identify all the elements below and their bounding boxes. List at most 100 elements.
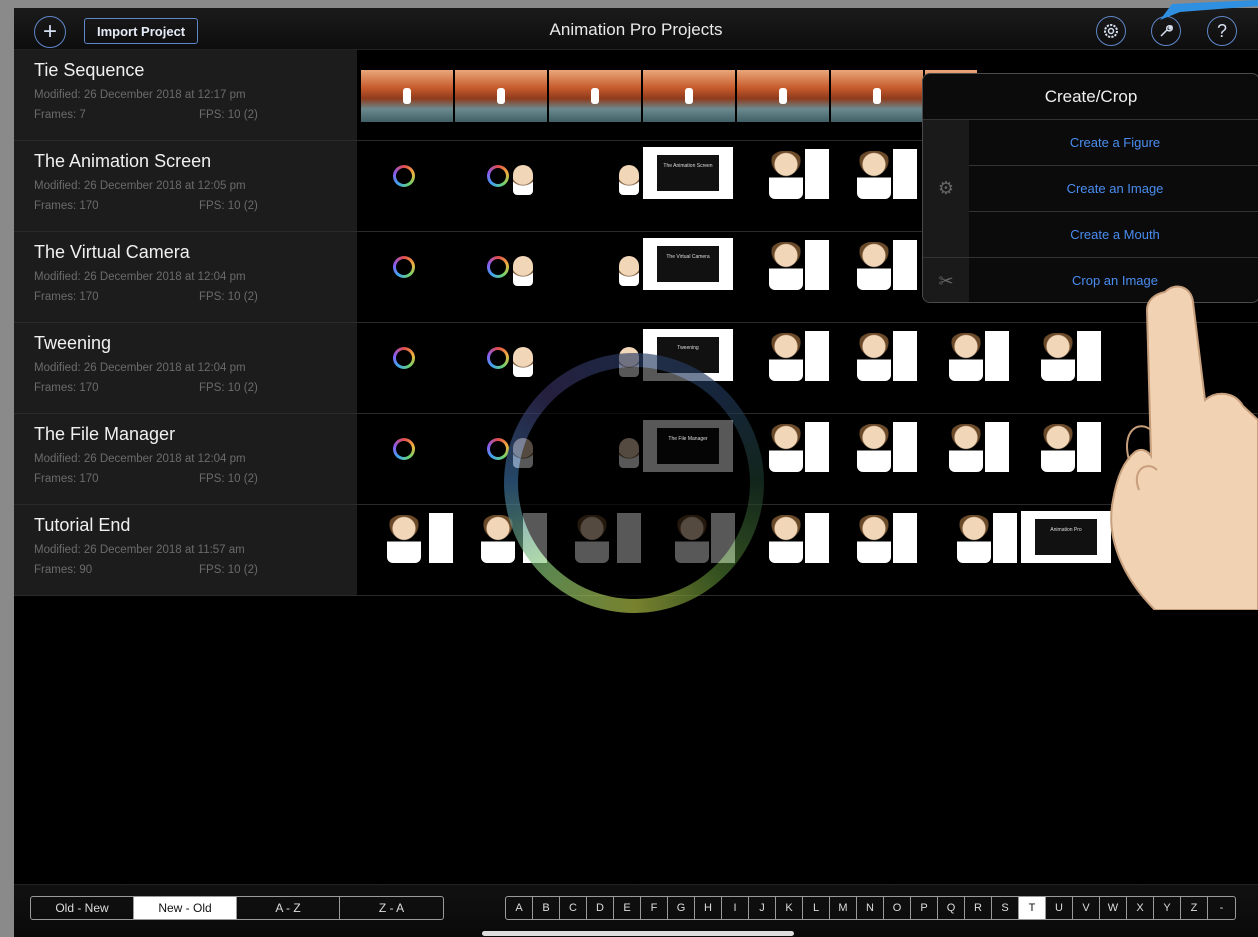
logo-ring-icon <box>393 438 415 460</box>
alphabet-letter[interactable]: G <box>668 897 695 919</box>
project-frames: Frames: 170 <box>34 200 99 212</box>
sort-old-new[interactable]: Old - New <box>31 897 134 919</box>
logo-ring-icon <box>393 165 415 187</box>
project-info[interactable]: Tutorial End Modified: 26 December 2018 … <box>14 505 357 595</box>
project-info[interactable]: Tweening Modified: 26 December 2018 at 1… <box>14 323 357 413</box>
alphabet-letter[interactable]: X <box>1127 897 1154 919</box>
alphabet-letter[interactable]: B <box>533 897 560 919</box>
sort-new-old[interactable]: New - Old <box>134 897 237 919</box>
frame-thumbnail <box>361 70 453 122</box>
popover-title: Create/Crop <box>923 74 1258 120</box>
project-frames: Frames: 7 <box>34 109 86 121</box>
frame-thumbnail <box>805 422 829 472</box>
logo-ring-icon <box>393 347 415 369</box>
character-figure <box>857 151 891 199</box>
logo-ring-icon <box>393 256 415 278</box>
character-figure <box>1041 424 1075 472</box>
alphabet-letter[interactable]: Q <box>938 897 965 919</box>
create-mouth-item[interactable]: Create a Mouth <box>969 212 1258 258</box>
character-figure <box>1041 333 1075 381</box>
character-figure <box>769 242 803 290</box>
alphabet-letter[interactable]: - <box>1208 897 1235 919</box>
app-logo-watermark <box>504 353 764 613</box>
character-figure <box>949 333 983 381</box>
alphabet-letter[interactable]: K <box>776 897 803 919</box>
character-figure <box>769 151 803 199</box>
alphabet-letter[interactable]: I <box>722 897 749 919</box>
alphabet-letter[interactable]: L <box>803 897 830 919</box>
frame-thumbnail <box>893 149 917 199</box>
project-modified: Modified: 26 December 2018 at 12:04 pm <box>34 362 246 374</box>
character-figure <box>949 424 983 472</box>
alphabet-letter[interactable]: T <box>1019 897 1046 919</box>
popover-menu: Create a Figure Create an Image Create a… <box>969 120 1258 302</box>
frame-thumbnail <box>805 331 829 381</box>
frame-thumbnail <box>993 513 1017 563</box>
alphabet-letter[interactable]: D <box>587 897 614 919</box>
pointer-arrow-icon <box>1160 0 1258 20</box>
frame-thumbnail <box>805 149 829 199</box>
frame-thumbnail <box>805 240 829 290</box>
project-frames: Frames: 170 <box>34 382 99 394</box>
character-figure <box>857 333 891 381</box>
alphabet-letter[interactable]: C <box>560 897 587 919</box>
alphabet-letter[interactable]: O <box>884 897 911 919</box>
alphabet-letter[interactable]: F <box>641 897 668 919</box>
help-button[interactable]: ? <box>1207 16 1237 46</box>
title-slide: The Animation Screen <box>643 147 733 199</box>
project-frames: Frames: 170 <box>34 291 99 303</box>
alphabet-letter[interactable]: R <box>965 897 992 919</box>
help-icon: ? <box>1216 21 1227 41</box>
character-figure <box>619 256 639 286</box>
frame-thumbnail <box>985 331 1009 381</box>
settings-button[interactable] <box>1096 16 1126 46</box>
wrench-icon <box>1160 25 1173 37</box>
create-crop-popover: Create/Crop ⚙ ✂ Create a Figure Create a… <box>922 73 1258 303</box>
project-info[interactable]: The Animation Screen Modified: 26 Decemb… <box>14 141 357 231</box>
frame-thumbnail <box>549 70 641 122</box>
alphabet-letter[interactable]: V <box>1073 897 1100 919</box>
character-figure <box>513 165 533 195</box>
project-fps: FPS: 10 (2) <box>199 200 258 212</box>
frame-thumbnail <box>429 513 453 563</box>
create-figure-item[interactable]: Create a Figure <box>969 120 1258 166</box>
alphabet-letter[interactable]: P <box>911 897 938 919</box>
alphabet-letter[interactable]: Y <box>1154 897 1181 919</box>
alphabet-letter[interactable]: J <box>749 897 776 919</box>
project-modified: Modified: 26 December 2018 at 12:04 pm <box>34 453 246 465</box>
project-modified: Modified: 26 December 2018 at 11:57 am <box>34 544 245 556</box>
frame-thumbnail <box>893 240 917 290</box>
alphabet-letter[interactable]: H <box>695 897 722 919</box>
bottom-toolbar: Old - New New - Old A - Z Z - A ABCDEFGH… <box>14 884 1258 937</box>
frame-thumbnail <box>893 331 917 381</box>
title-slide: The Virtual Camera <box>643 238 733 290</box>
create-image-item[interactable]: Create an Image <box>969 166 1258 212</box>
alphabet-letter[interactable]: W <box>1100 897 1127 919</box>
home-indicator <box>482 931 794 936</box>
alphabet-letter[interactable]: N <box>857 897 884 919</box>
alphabet-letter[interactable]: E <box>614 897 641 919</box>
project-info[interactable]: Tie Sequence Modified: 26 December 2018 … <box>14 50 357 140</box>
project-info[interactable]: The Virtual Camera Modified: 26 December… <box>14 232 357 322</box>
alphabet-letter[interactable]: A <box>506 897 533 919</box>
tools-button[interactable] <box>1151 16 1181 46</box>
top-bar: + Import Project Animation Pro Projects … <box>14 8 1258 50</box>
character-figure <box>857 515 891 563</box>
project-name: The Virtual Camera <box>34 242 190 262</box>
project-modified: Modified: 26 December 2018 at 12:17 pm <box>34 89 246 101</box>
sort-segmented-control: Old - New New - Old A - Z Z - A <box>30 896 444 920</box>
popover-sidebar: ⚙ ✂ <box>923 120 969 302</box>
project-name: Tutorial End <box>34 515 131 535</box>
alphabet-letter[interactable]: S <box>992 897 1019 919</box>
alphabet-letter[interactable]: U <box>1046 897 1073 919</box>
character-figure <box>857 242 891 290</box>
alphabet-letter[interactable]: Z <box>1181 897 1208 919</box>
sort-a-z[interactable]: A - Z <box>237 897 340 919</box>
project-fps: FPS: 10 (2) <box>199 382 258 394</box>
logo-ring-icon <box>487 256 509 278</box>
project-fps: FPS: 10 (2) <box>199 564 258 576</box>
project-info[interactable]: The File Manager Modified: 26 December 2… <box>14 414 357 504</box>
page-title: Animation Pro Projects <box>549 20 723 39</box>
alphabet-letter[interactable]: M <box>830 897 857 919</box>
sort-z-a[interactable]: Z - A <box>340 897 443 919</box>
